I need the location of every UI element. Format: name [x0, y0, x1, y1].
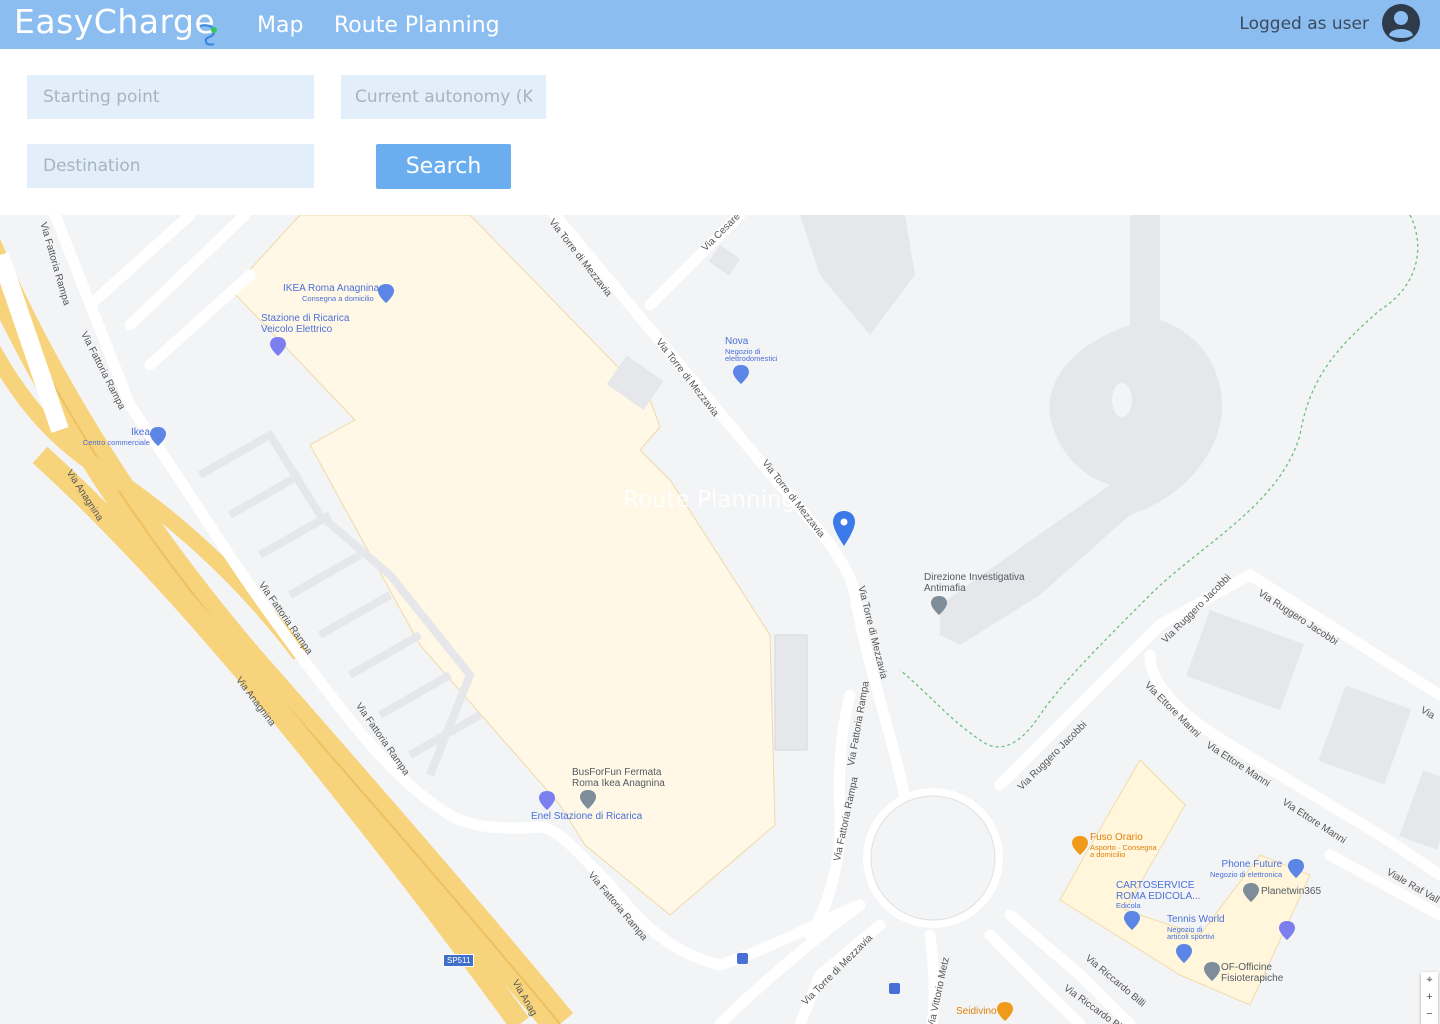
plug-icon — [199, 24, 217, 46]
poi-name-2: Veicolo Elettrico — [261, 323, 333, 335]
current-autonomy-input[interactable] — [341, 75, 546, 119]
poi-seidivino[interactable]: Seidivino — [956, 1006, 997, 1018]
poi-sub-2: a domicilio — [1090, 850, 1126, 860]
locate-icon[interactable]: ⌖ — [1421, 972, 1438, 989]
poi-direzione[interactable]: Direzione Investigativa Antimafia — [924, 572, 1025, 594]
zoom-in-button[interactable]: + — [1421, 989, 1438, 1006]
poi-name-2: Fisioterapiche — [1221, 972, 1284, 984]
poi-name: Planetwin365 — [1261, 886, 1322, 897]
poi-name: Direzione Investigativa — [924, 572, 1025, 583]
poi-name: Fuso Orario — [1090, 832, 1143, 843]
poi-stazione-ricarica[interactable]: Stazione di Ricarica Veicolo Elettrico — [261, 313, 350, 335]
poi-name: Phone Future — [1221, 859, 1283, 870]
top-navbar: EasyCharge Map Route Planning Logged as … — [0, 0, 1440, 49]
location-marker — [833, 511, 855, 546]
user-avatar-icon[interactable] — [1381, 3, 1421, 43]
destination-input[interactable] — [27, 144, 314, 188]
poi-sub: Edicola — [1116, 901, 1141, 910]
poi-name: Nova — [725, 336, 749, 347]
poi-ikea-roma[interactable]: IKEA Roma Anagnina Consegna a domicilio — [283, 283, 380, 303]
poi-name: CARTOSERVICE — [1116, 880, 1195, 891]
search-button[interactable]: Search — [376, 144, 511, 189]
nav-route-planning-link[interactable]: Route Planning — [334, 13, 500, 38]
poi-cartoservice[interactable]: CARTOSERVICE ROMA EDICOLA... Edicola — [1116, 880, 1200, 910]
map-canvas — [0, 215, 1440, 1024]
poi-sub: Consegna a domicilio — [302, 293, 374, 303]
poi-name: Ikea — [131, 427, 150, 438]
poi-name: OF-Officine — [1221, 962, 1272, 973]
poi-name: Seidivino — [956, 1006, 997, 1017]
poi-name: Tennis World — [1167, 914, 1225, 925]
brand-logo-text[interactable]: EasyCharge — [14, 2, 215, 41]
poi-of-officine[interactable]: OF-Officine Fisioterapiche — [1221, 962, 1284, 984]
road-badge-sp511: SP511 — [443, 954, 475, 967]
poi-name-2: Antimafia — [924, 582, 966, 594]
poi-phone-future[interactable]: Phone Future Negozio di elettronica — [1210, 859, 1283, 879]
poi-busforfun[interactable]: BusForFun Fermata Roma Ikea Anagnina — [572, 767, 665, 789]
poi-fuso-orario[interactable]: Fuso Orario Asporto · Consegna a domicil… — [1090, 832, 1157, 860]
poi-tennis-world[interactable]: Tennis World Negozio di articoli sportiv… — [1167, 914, 1225, 942]
poi-name: Stazione di Ricarica — [261, 313, 350, 324]
poi-name: BusForFun Fermata — [572, 767, 662, 778]
logged-user-label: Logged as user — [1239, 14, 1369, 34]
poi-planetwin[interactable]: Planetwin365 — [1261, 886, 1322, 898]
poi-nova[interactable]: Nova Negozio di elettrodomestici — [725, 336, 778, 364]
map-view[interactable]: Route Planning IKEA Roma Anagnina Conseg… — [0, 215, 1440, 1024]
poi-sub-2: elettrodomestici — [725, 354, 778, 364]
poi-sub-2: articoli sportivi — [1167, 932, 1215, 942]
poi-name: IKEA Roma Anagnina — [283, 283, 380, 294]
nav-map-link[interactable]: Map — [257, 13, 303, 38]
poi-sub: Negozio di elettronica — [1210, 869, 1283, 879]
poi-sub: Centro commerciale — [82, 437, 150, 447]
zoom-out-button[interactable]: − — [1421, 1006, 1438, 1023]
poi-name-2: Roma Ikea Anagnina — [572, 777, 665, 789]
starting-point-input[interactable] — [27, 75, 314, 119]
poi-ikea[interactable]: Ikea Centro commerciale — [79, 427, 150, 447]
poi-name: Enel Stazione di Ricarica — [531, 811, 643, 822]
map-zoom-controls: ⌖ + − — [1421, 972, 1438, 1024]
poi-enel[interactable]: Enel Stazione di Ricarica — [531, 811, 643, 823]
